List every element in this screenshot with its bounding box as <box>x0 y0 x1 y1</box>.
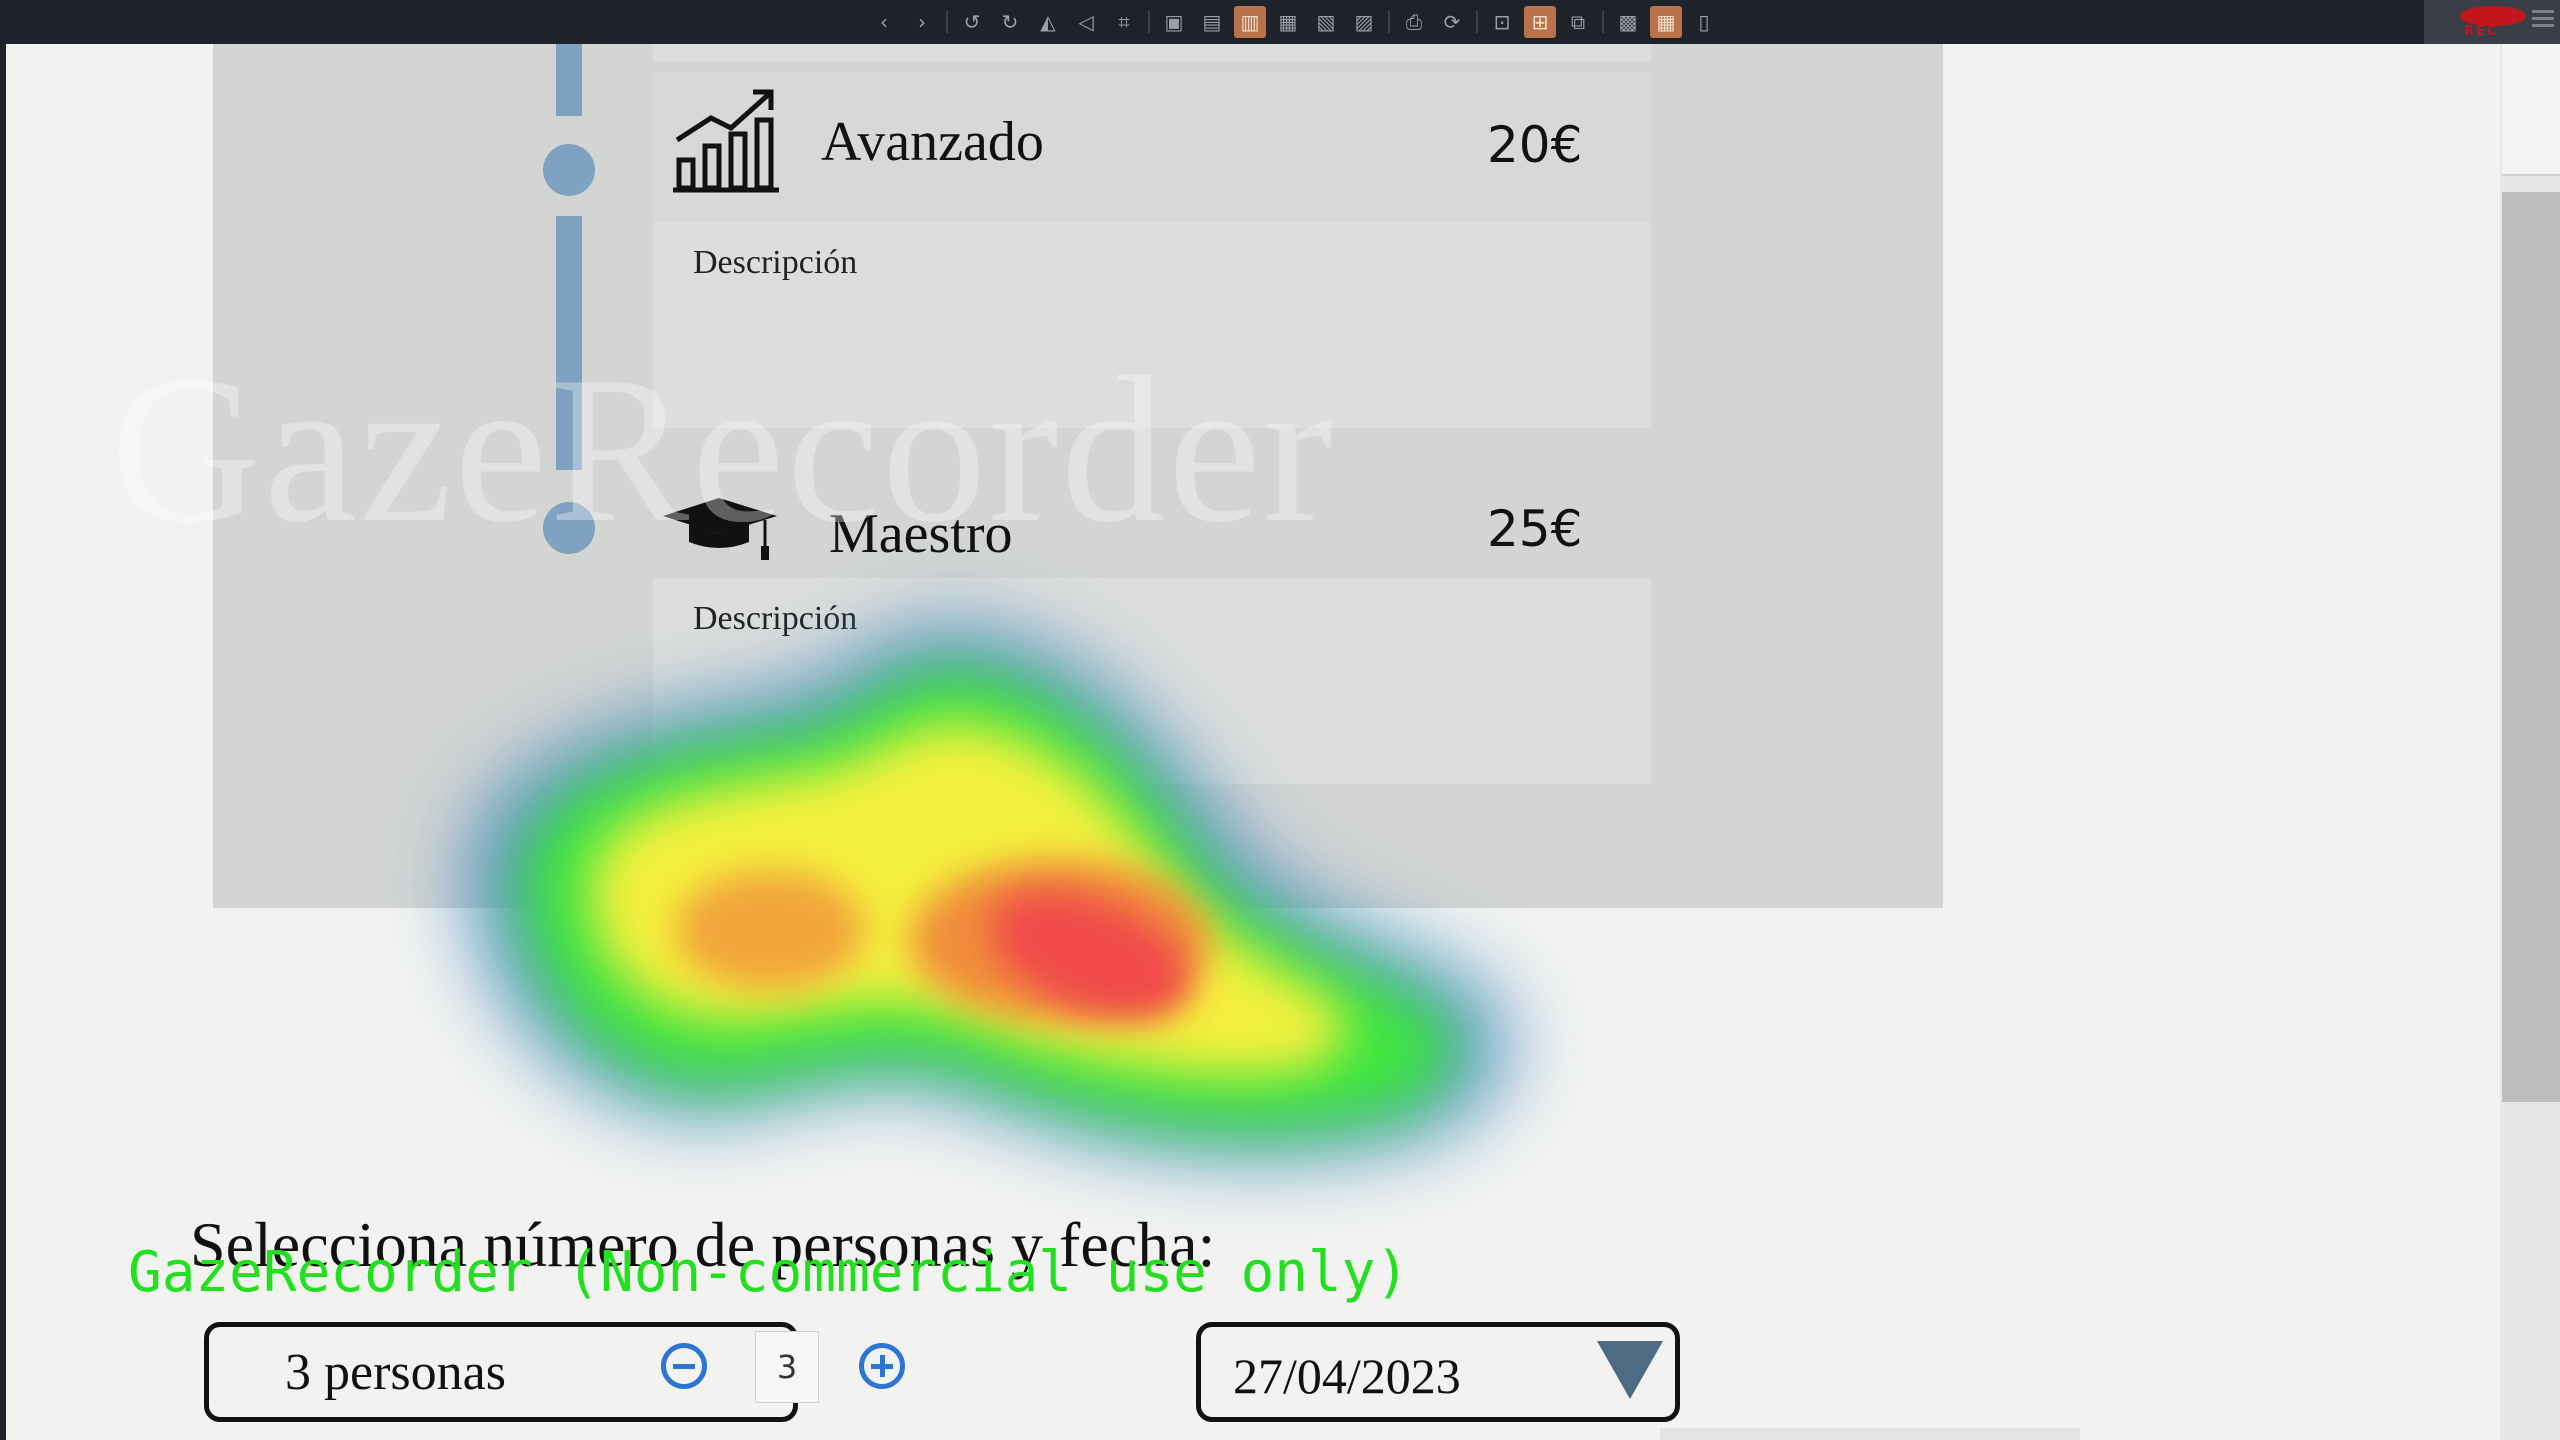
record-dot-icon <box>2460 6 2526 26</box>
toolbar-divider <box>1148 11 1150 33</box>
refresh-icon[interactable]: ⟳ <box>1436 6 1468 38</box>
people-quantity-field[interactable]: 3 <box>755 1331 819 1403</box>
trash-icon[interactable]: ▯ <box>1688 6 1720 38</box>
toolbar-divider <box>946 11 948 33</box>
toolbar-icons: ‹ › ↺ ↻ ◭ ◁ ⌗ ▣ ▤ ▥ ▦ ▧ ▨ ⎙ ⟳ ⊡ ⊞ ⧉ ▩ ▦ … <box>868 6 1720 38</box>
gazerecorder-overlay-note: GazeRecorder (Non-commercial use only) <box>128 1240 1410 1305</box>
expand-icon[interactable]: ⊞ <box>1524 6 1556 38</box>
description-box-maestro: Descripción <box>653 578 1651 784</box>
previous-description-box <box>653 44 1651 62</box>
selected-date: 27/04/2023 <box>1233 1348 1461 1404</box>
bar-chart-growth-icon <box>673 89 779 193</box>
date-selector[interactable]: 27/04/2023 <box>1196 1322 1680 1422</box>
level-price-avanzado: 20€ <box>1487 116 1583 174</box>
timeline-dot-avanzado <box>543 144 595 196</box>
layout-icon[interactable]: ▦ <box>1272 6 1304 38</box>
crop-icon[interactable]: ⌗ <box>1108 6 1140 38</box>
compare-icon[interactable]: ⧉ <box>1562 6 1594 38</box>
top-toolbar: ‹ › ↺ ↻ ◭ ◁ ⌗ ▣ ▤ ▥ ▦ ▧ ▨ ⎙ ⟳ ⊡ ⊞ ⧉ ▩ ▦ … <box>0 0 2560 44</box>
bottom-edge-strip <box>1660 1428 2080 1440</box>
window-left-border <box>0 44 6 1440</box>
image-icon[interactable]: ▥ <box>1234 6 1266 38</box>
perspective-icon[interactable]: ◁ <box>1070 6 1102 38</box>
grid-icon[interactable]: ▧ <box>1310 6 1342 38</box>
toolbar-divider <box>1388 11 1390 33</box>
watermark: GazeRecorder <box>110 334 1335 566</box>
decrease-people-button[interactable] <box>661 1343 707 1389</box>
filter-icon[interactable]: ▨ <box>1348 6 1380 38</box>
resize-icon[interactable]: ⊡ <box>1486 6 1518 38</box>
record-button[interactable]: REC <box>2424 0 2560 44</box>
toolbar-divider <box>1602 11 1604 33</box>
redo-icon[interactable]: ↻ <box>994 6 1026 38</box>
description-label: Descripción <box>693 600 858 637</box>
scrollbar-thumb[interactable] <box>2502 192 2560 1102</box>
scrollbar-top-area <box>2502 44 2560 176</box>
level-price-maestro: 25€ <box>1487 500 1583 558</box>
toolbar-divider <box>1476 11 1478 33</box>
picture-icon[interactable]: ▩ <box>1612 6 1644 38</box>
print-icon[interactable]: ⎙ <box>1398 6 1430 38</box>
menu-icon[interactable] <box>2532 10 2554 31</box>
increase-people-button[interactable] <box>859 1343 905 1389</box>
lock-icon[interactable]: ▤ <box>1196 6 1228 38</box>
people-selector: 3 personas 3 <box>204 1322 905 1422</box>
dropdown-arrow-icon[interactable] <box>1597 1341 1663 1399</box>
record-label: REC <box>2464 24 2499 39</box>
flip-icon[interactable]: ◭ <box>1032 6 1064 38</box>
tiles-icon[interactable]: ▦ <box>1650 6 1682 38</box>
level-name-avanzado: Avanzado <box>821 111 1044 173</box>
chevron-left-icon[interactable]: ‹ <box>868 6 900 38</box>
chevron-right-icon[interactable]: › <box>906 6 938 38</box>
people-count-label: 3 personas <box>285 1344 506 1401</box>
undo-icon[interactable]: ↺ <box>956 6 988 38</box>
frame-icon[interactable]: ▣ <box>1158 6 1190 38</box>
timeline-segment <box>556 44 582 116</box>
description-label: Descripción <box>693 244 858 281</box>
